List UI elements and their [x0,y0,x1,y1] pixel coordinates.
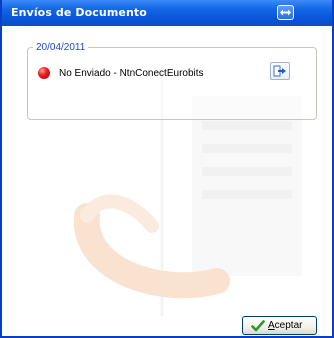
window-title: Envíos de Documento [11,6,147,19]
title-bar[interactable]: Envíos de Documento [2,0,332,26]
document-status-label: No Enviado - NtnConectEurobits [59,68,204,79]
accept-label-rest: ceptar [274,320,303,331]
accept-mnemonic: A [268,320,275,331]
group-date: 20/04/2011 [33,41,89,54]
accept-button[interactable]: Aceptar [242,316,317,335]
accept-label: Aceptar [268,320,302,332]
dialog-body: 20/04/2011 No Enviado - NtnConectEurobit… [2,26,332,336]
title-swap-button[interactable] [277,5,294,20]
send-document-button[interactable] [270,62,290,80]
status-red-icon [38,67,50,79]
date-group: 20/04/2011 No Enviado - NtnConectEurobit… [27,41,317,120]
dialog-window: Envíos de Documento 20/04/2011 No Enviad… [0,0,334,338]
